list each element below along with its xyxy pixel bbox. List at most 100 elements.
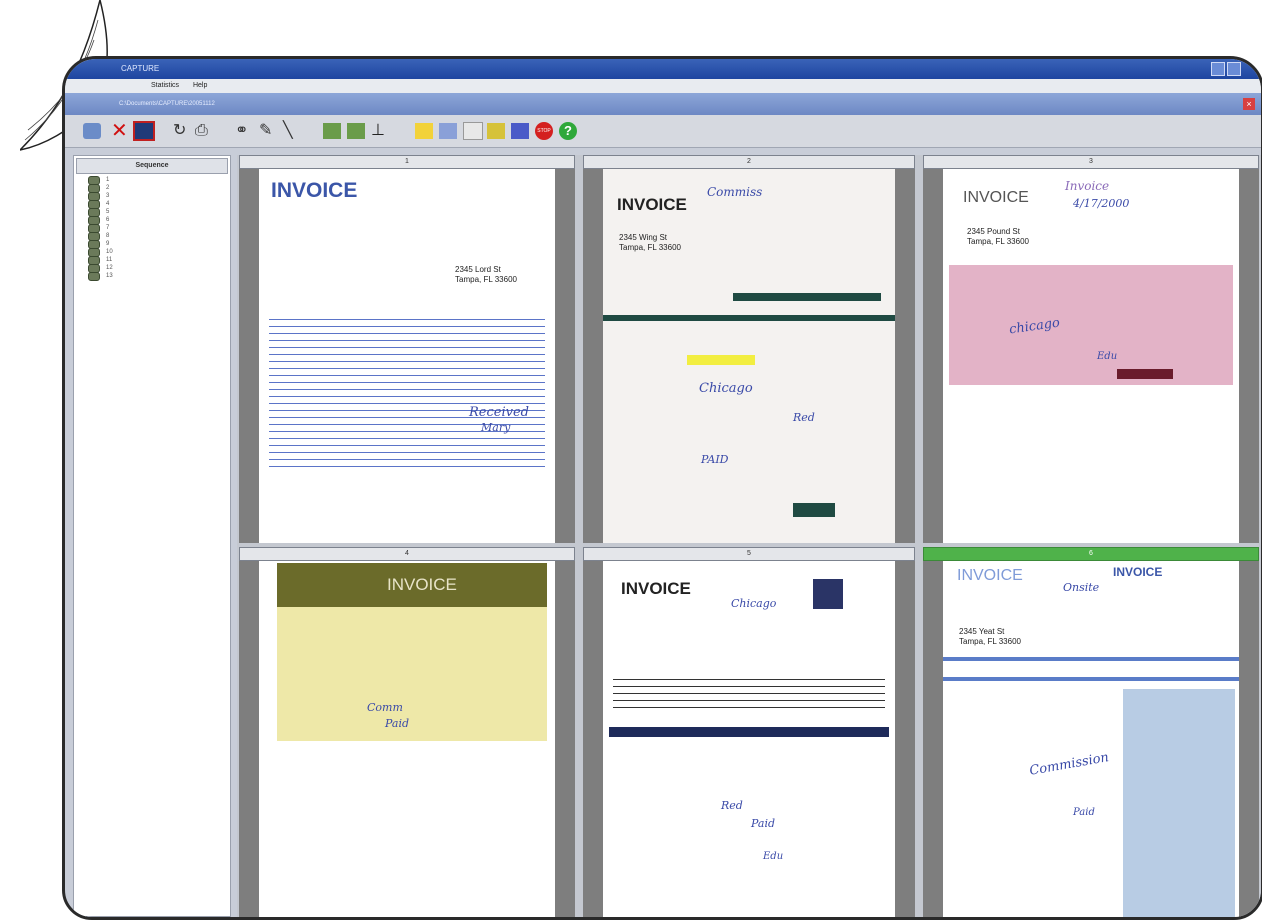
filter-icon[interactable] bbox=[439, 121, 457, 141]
thumbnail-label: 4 bbox=[239, 547, 575, 561]
window-title: CAPTURE bbox=[121, 64, 160, 73]
invoice-address: 2345 Wing St Tampa, FL 33600 bbox=[619, 233, 681, 252]
thumbnail-label: 5 bbox=[583, 547, 915, 561]
handwriting-note: Invoice bbox=[1065, 179, 1110, 193]
logo-box bbox=[813, 579, 843, 609]
sequence-item[interactable]: 4 bbox=[88, 199, 113, 209]
shaded-table bbox=[949, 265, 1233, 385]
invoice-title: INVOICE bbox=[963, 189, 1029, 206]
sequence-panel: Sequence 1 2 3 4 5 6 7 8 9 10 11 12 13 bbox=[73, 155, 231, 917]
invoice-image: INVOICE 2345 Wing St Tampa, FL 33600 Com… bbox=[603, 169, 895, 543]
document-icon[interactable] bbox=[323, 121, 341, 141]
index-icon[interactable] bbox=[487, 121, 505, 141]
help-icon[interactable]: ? bbox=[559, 121, 577, 141]
menu-help[interactable]: Help bbox=[193, 82, 207, 89]
menu-bar: Statistics Help bbox=[65, 79, 1261, 93]
list-icon[interactable] bbox=[463, 121, 483, 141]
thumbnail-grid: 1 INVOICE 2345 Lord St Tampa, FL 33600 R… bbox=[237, 155, 1261, 917]
line-icon[interactable]: ╲ bbox=[283, 121, 293, 141]
sequence-item[interactable]: 9 bbox=[88, 239, 113, 249]
invoice-address: 2345 Pound St Tampa, FL 33600 bbox=[967, 227, 1029, 246]
table-header-bar bbox=[943, 677, 1239, 681]
flag-icon[interactable] bbox=[133, 121, 155, 141]
handwriting-note: Chicago bbox=[731, 597, 777, 610]
handwriting-note: Commission bbox=[1028, 750, 1110, 779]
invoice-address: 2345 Lord St Tampa, FL 33600 bbox=[455, 265, 517, 284]
page-thumbnail-4[interactable]: 4 INVOICE Comm Paid bbox=[239, 547, 575, 917]
invoice-image: INVOICE Comm Paid bbox=[259, 561, 555, 917]
sequence-item[interactable]: 3 bbox=[88, 191, 113, 201]
handwriting-note: 4/17/2000 bbox=[1073, 197, 1130, 210]
rotate-icon[interactable]: ↻ bbox=[173, 121, 186, 141]
handwriting-note: Chicago bbox=[699, 381, 753, 396]
invoice-image: INVOICE INVOICE 2345 Yeat St Tampa, FL 3… bbox=[943, 561, 1239, 917]
table-header-bar bbox=[943, 657, 1239, 661]
handwriting-note: Paid bbox=[1073, 807, 1095, 818]
renumber-icon[interactable] bbox=[415, 121, 433, 141]
total-box bbox=[1117, 369, 1173, 379]
link-icon[interactable]: ⚭ bbox=[235, 121, 248, 141]
invoice-table-lines bbox=[613, 679, 885, 714]
invoice-table-lines bbox=[269, 319, 545, 473]
invoice-body bbox=[277, 607, 547, 741]
total-box bbox=[793, 503, 835, 517]
minimize-icon[interactable] bbox=[1211, 62, 1225, 76]
header-bar bbox=[733, 293, 881, 301]
application-window: CAPTURE Statistics Help C:\Documents\CAP… bbox=[62, 56, 1262, 920]
sequence-header: Sequence bbox=[76, 158, 228, 174]
highlight-mark bbox=[687, 355, 755, 365]
sequence-item[interactable]: 10 bbox=[88, 247, 113, 257]
invoice-address: 2345 Yeat St Tampa, FL 33600 bbox=[959, 627, 1021, 646]
handwriting-note: Red bbox=[793, 411, 815, 424]
sequence-item[interactable]: 5 bbox=[88, 207, 113, 217]
scan-icon[interactable] bbox=[83, 121, 101, 141]
sequence-item[interactable]: 13 bbox=[88, 271, 113, 281]
invoice-title: INVOICE bbox=[617, 195, 687, 214]
handwriting-note: Red bbox=[721, 799, 743, 812]
split-icon[interactable]: ⊥ bbox=[371, 121, 385, 141]
document-close-icon[interactable]: × bbox=[1243, 98, 1255, 110]
sequence-item[interactable]: 11 bbox=[88, 255, 113, 265]
sequence-item[interactable]: 6 bbox=[88, 215, 113, 225]
invoice-title: INVOICE bbox=[621, 579, 691, 598]
print-icon[interactable]: ⎙ bbox=[195, 121, 208, 141]
handwriting-note: Paid bbox=[385, 717, 410, 730]
handwriting-note: Commiss bbox=[707, 185, 763, 199]
toolbar: ✕ ↻ ⎙ ⚭ ✎ ╲ ⊥ STOP ? bbox=[65, 115, 1261, 148]
page-thumbnail-1[interactable]: 1 INVOICE 2345 Lord St Tampa, FL 33600 R… bbox=[239, 155, 575, 543]
handwriting-note: Edu bbox=[763, 851, 784, 862]
table-header-bar bbox=[609, 727, 889, 737]
document-stack-icon[interactable] bbox=[347, 121, 365, 141]
handwriting-note: Edu bbox=[1097, 351, 1118, 362]
close-icon[interactable] bbox=[1227, 62, 1241, 76]
handwriting-note: Paid bbox=[751, 817, 776, 830]
page-thumbnail-3[interactable]: 3 INVOICE 2345 Pound St Tampa, FL 33600 … bbox=[923, 155, 1259, 543]
invoice-subtitle: INVOICE bbox=[1113, 565, 1163, 579]
invoice-title: INVOICE bbox=[387, 575, 457, 594]
handwriting-note: Mary bbox=[481, 421, 511, 434]
page-thumbnail-5[interactable]: 5 INVOICE Chicago Red Paid Edu bbox=[583, 547, 915, 917]
batch-icon bbox=[88, 271, 100, 281]
invoice-title: INVOICE bbox=[271, 179, 358, 202]
brush-icon[interactable]: ✎ bbox=[259, 121, 272, 141]
thumbnail-label: 6 bbox=[923, 547, 1259, 561]
document-path: C:\Documents\CAPTURE\20051112 bbox=[119, 101, 215, 107]
delete-icon[interactable]: ✕ bbox=[111, 121, 128, 141]
sequence-list: 1 2 3 4 5 6 7 8 9 10 11 12 13 bbox=[88, 175, 113, 281]
menu-statistics[interactable]: Statistics bbox=[151, 82, 179, 89]
handwriting-note: Comm bbox=[367, 701, 403, 714]
thumbnail-label: 1 bbox=[239, 155, 575, 169]
grid-icon[interactable] bbox=[511, 121, 529, 141]
sequence-item[interactable]: 8 bbox=[88, 231, 113, 241]
thumbnail-label: 3 bbox=[923, 155, 1259, 169]
sequence-item[interactable]: 12 bbox=[88, 263, 113, 273]
shaded-column bbox=[1123, 689, 1235, 917]
page-thumbnail-2[interactable]: 2 INVOICE 2345 Wing St Tampa, FL 33600 C… bbox=[583, 155, 915, 543]
document-titlebar: C:\Documents\CAPTURE\20051112 × bbox=[65, 93, 1261, 115]
invoice-title: INVOICE bbox=[957, 567, 1023, 584]
sequence-item[interactable]: 2 bbox=[88, 183, 113, 193]
page-thumbnail-6[interactable]: 6 INVOICE INVOICE 2345 Yeat St Tampa, FL… bbox=[923, 547, 1259, 917]
sequence-item[interactable]: 7 bbox=[88, 223, 113, 233]
stop-icon[interactable]: STOP bbox=[535, 121, 553, 141]
sequence-item[interactable]: 1 bbox=[88, 175, 113, 185]
